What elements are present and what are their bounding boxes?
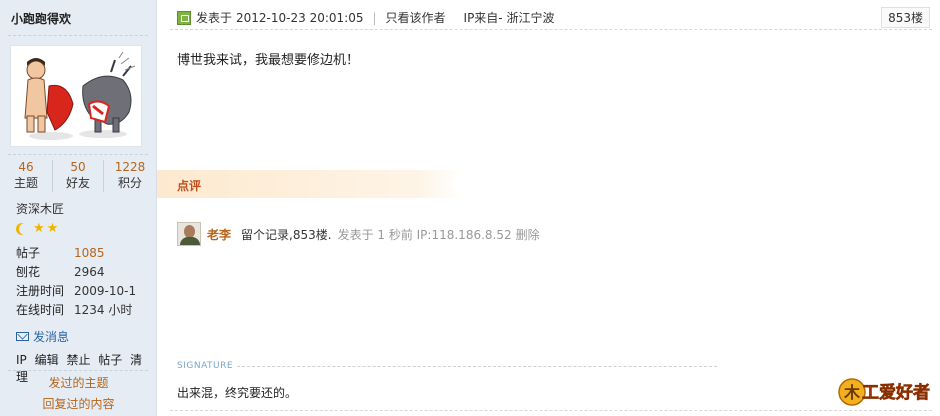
review-label: 点评 (177, 179, 202, 193)
signature-header: SIGNATURE (177, 361, 718, 371)
ip-origin: IP来自- 浙江宁波 (463, 11, 555, 25)
info-key: 在线时间 (16, 303, 65, 317)
divider (8, 154, 148, 155)
author-name[interactable]: 小跑跑得欢 (11, 10, 71, 27)
post-header: 发表于 2012-10-23 20:01:05 | 只看该作者 IP来自- 浙江… (170, 6, 932, 30)
send-message-link[interactable]: 发消息 (16, 328, 69, 345)
post-content: 博世我来试，我最想要修边机！ (177, 53, 360, 68)
stat-friends-count: 50 (70, 160, 86, 174)
review-comment: 老李 留个记录,853楼. 发表于 1 秒前 IP:118.186.8.52 删… (177, 222, 540, 246)
signature-text: 出来混，终究要还的。 (177, 386, 298, 400)
commenter-name[interactable]: 老李 (207, 226, 231, 243)
site-logo: 木 工爱好者 (836, 374, 934, 408)
stat-points-count: 1228 (114, 160, 146, 174)
separator: | (372, 10, 377, 25)
mod-posts-link[interactable]: 帖子 (98, 353, 122, 367)
envelope-icon (16, 332, 29, 341)
author-sidebar: 小跑跑得欢 46 主题 50 好友 1228 积分 资深木匠 ★ ★ 帖子 10… (0, 0, 157, 416)
info-row-shavings: 刨花 2964 (16, 263, 136, 282)
info-row-online: 在线时间 1234 小时 (16, 301, 136, 320)
send-message-label: 发消息 (33, 330, 70, 344)
stat-friends-label: 好友 (65, 176, 90, 190)
avatar[interactable] (10, 45, 142, 147)
divider (170, 410, 932, 411)
site-logo-image: 木 工爱好者 (838, 378, 930, 406)
posted-label: 发表于 (196, 11, 233, 25)
stat-friends[interactable]: 50 好友 (52, 160, 104, 192)
stat-topics[interactable]: 46 主题 (0, 160, 52, 192)
info-value: 2964 (74, 265, 105, 279)
stat-points[interactable]: 1228 积分 (104, 160, 156, 192)
mod-edit-link[interactable]: 编辑 (35, 353, 59, 367)
avatar-cartoon-image (11, 46, 141, 146)
moon-icon (19, 223, 31, 235)
info-value: 2009-10-1 (74, 284, 137, 298)
divider (8, 35, 148, 36)
info-value: 1234 小时 (74, 303, 133, 317)
mod-ip-link[interactable]: IP (16, 353, 27, 367)
stat-topics-count: 46 (18, 160, 34, 174)
review-header: 点评 (157, 170, 464, 198)
mod-ban-link[interactable]: 禁止 (66, 353, 90, 367)
divider (8, 370, 148, 371)
commenter-avatar[interactable] (177, 222, 201, 246)
info-row-registered: 注册时间 2009-10-1 (16, 282, 136, 301)
user-stats: 46 主题 50 好友 1228 积分 (0, 160, 157, 192)
star-icon: ★ (46, 221, 59, 236)
user-rank: 资深木匠 (16, 202, 65, 216)
only-author-link[interactable]: 只看该作者 (386, 9, 446, 26)
stat-points-label: 积分 (117, 176, 142, 190)
info-value-posts[interactable]: 1085 (74, 244, 105, 263)
floor-number[interactable]: 853楼 (881, 7, 930, 28)
rank-stars: ★ ★ (16, 222, 58, 236)
user-topics-link[interactable]: 发过的主题 (0, 374, 157, 391)
info-key: 注册时间 (16, 284, 65, 298)
divider (237, 365, 718, 367)
info-key: 刨花 (16, 265, 41, 279)
stat-topics-label: 主题 (13, 176, 38, 190)
signature-label: SIGNATURE (177, 361, 234, 371)
svg-text:木: 木 (843, 383, 861, 402)
online-status-icon (177, 10, 191, 25)
svg-text:工爱好者: 工爱好者 (862, 382, 930, 403)
info-row-posts: 帖子 1085 (16, 244, 136, 263)
user-info: 帖子 1085 刨花 2964 注册时间 2009-10-1 在线时间 1234… (16, 244, 136, 320)
info-key: 帖子 (16, 246, 41, 260)
comment-text: 留个记录,853楼. (241, 227, 332, 242)
posted-time: 2012-10-23 20:01:05 (236, 10, 364, 25)
delete-comment-link[interactable]: 删除 (516, 226, 540, 243)
comment-meta: 发表于 1 秒前 IP:118.186.8.52 (337, 227, 512, 242)
star-icon: ★ (33, 221, 45, 236)
user-replies-link[interactable]: 回复过的内容 (0, 395, 157, 412)
